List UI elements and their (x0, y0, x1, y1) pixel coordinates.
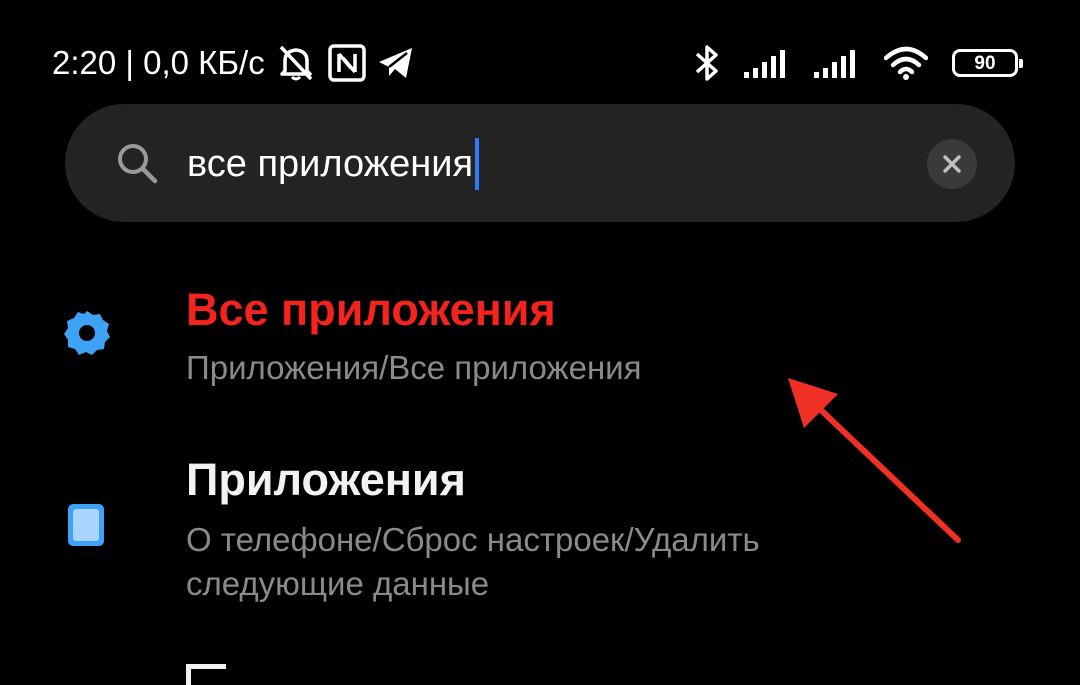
status-time-speed: 2:20 | 0,0 КБ/с (52, 44, 265, 81)
search-query-text: все приложения (187, 142, 474, 185)
status-right: 90 (694, 38, 1023, 88)
search-input[interactable]: все приложения (187, 132, 480, 196)
search-bar[interactable]: все приложения (65, 104, 1015, 222)
result-title: Все приложения (186, 284, 556, 335)
muted-bell-icon (275, 43, 317, 83)
red-arrow-icon (780, 370, 970, 550)
nfc-icon (327, 43, 367, 83)
bluetooth-icon (694, 43, 720, 83)
gear-icon (62, 308, 112, 358)
status-left: 2:20 | 0,0 КБ/с (52, 38, 415, 88)
search-icon (115, 141, 159, 185)
wifi-icon (884, 46, 928, 80)
clear-search-button[interactable] (927, 139, 977, 189)
phone-icon (66, 502, 106, 548)
close-icon (942, 154, 962, 174)
signal-icon (744, 48, 790, 78)
signal-icon (814, 48, 860, 78)
result-title: Приложения (186, 454, 466, 505)
telegram-icon (377, 45, 415, 81)
battery-level: 90 (974, 52, 996, 74)
text-caret (475, 138, 480, 190)
battery-indicator: 90 (952, 49, 1023, 77)
settings-search-screen: 2:20 | 0,0 КБ/с 90 все приложения Все пр… (0, 0, 1080, 685)
partial-result-title (186, 664, 226, 685)
